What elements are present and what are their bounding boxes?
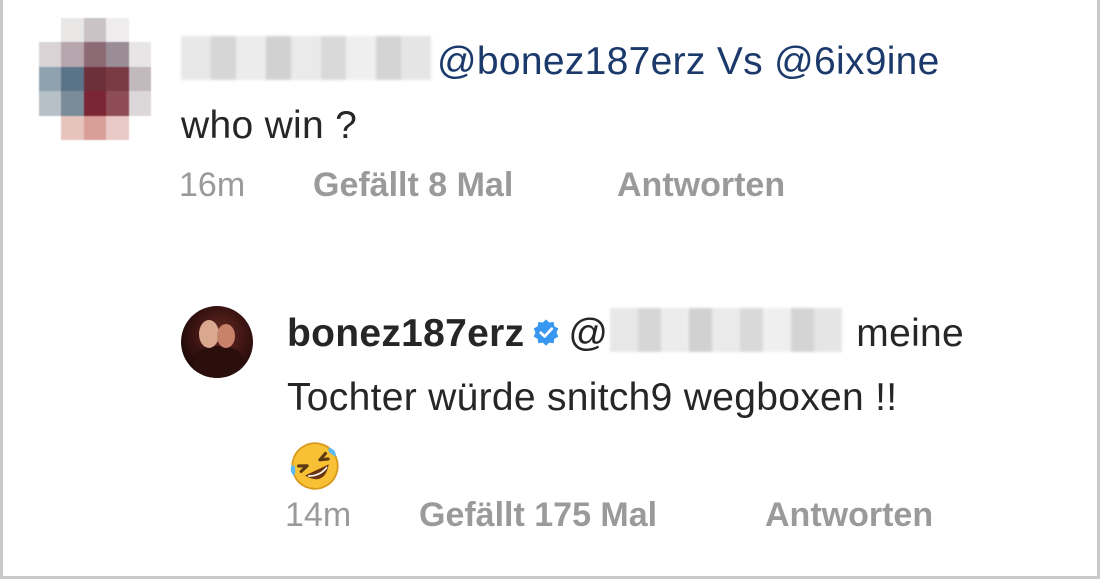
reply-reply-button[interactable]: Antworten [765, 496, 933, 535]
reply-text-line2: Tochter würde snitch9 wegboxen !! [287, 376, 898, 419]
commenter-avatar[interactable] [39, 18, 151, 140]
comment-likes[interactable]: Gefällt 8 Mal [313, 166, 617, 205]
comment-meta: 16m Gefällt 8 Mal Antworten [179, 166, 785, 205]
rolling-laughing-emoji-icon [290, 442, 339, 490]
reply-meta: 14m Gefällt 175 Mal Antworten [285, 496, 933, 535]
reply-timestamp: 14m [285, 496, 352, 534]
reply-username[interactable]: bonez187erz [287, 312, 524, 355]
reply-avatar[interactable] [181, 306, 253, 378]
avatar-face [217, 324, 235, 348]
avatar-face [199, 320, 219, 348]
redacted-mention[interactable] [610, 307, 843, 352]
reply-text-line1: meine [856, 312, 965, 355]
comment-thread: @bonez187erz Vs @6ix9ine who win ? 16m G… [0, 0, 1100, 579]
reply-body: bonez187erz @ meine Tochter würde snitch9… [287, 302, 1077, 494]
comment-mentions[interactable]: @bonez187erz Vs @6ix9ine [437, 40, 940, 83]
reply-likes[interactable]: Gefällt 175 Mal [419, 496, 765, 535]
comment-timestamp: 16m [179, 166, 246, 204]
verified-badge-icon [534, 319, 559, 346]
comment-body: @bonez187erz Vs @6ix9ine who win ? [181, 30, 1081, 158]
redacted-username[interactable] [181, 35, 431, 80]
comment-text: who win ? [181, 104, 358, 147]
comment-reply-button[interactable]: Antworten [617, 166, 785, 205]
reply-mention-prefix[interactable]: @ [568, 312, 608, 355]
avatar-figure [193, 346, 243, 378]
